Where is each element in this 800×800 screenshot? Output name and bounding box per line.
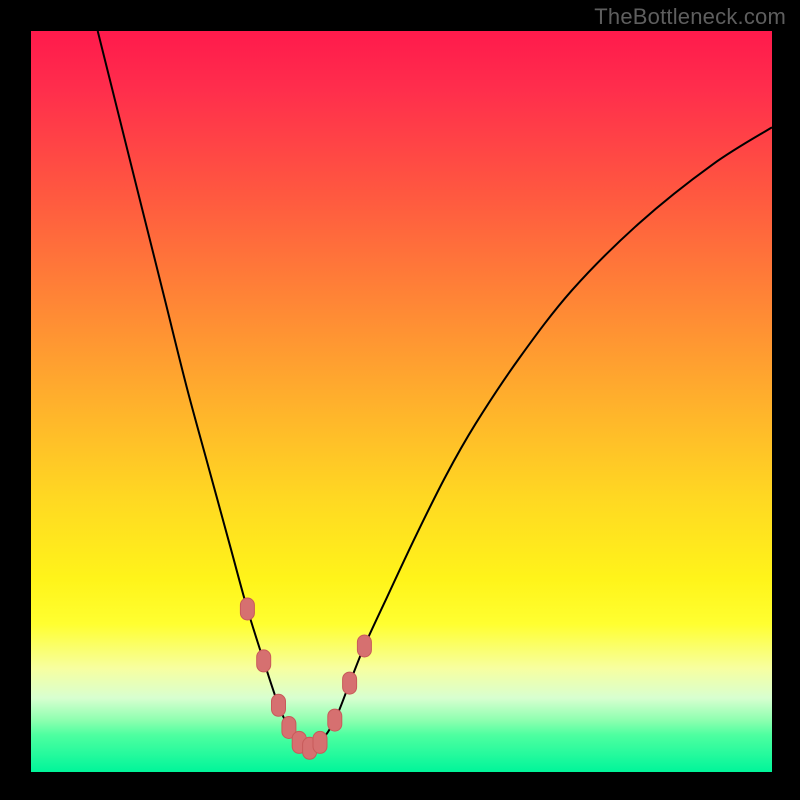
marker-dot	[272, 694, 286, 716]
marker-dot	[357, 635, 371, 657]
chart-frame: TheBottleneck.com	[0, 0, 800, 800]
marker-dot	[343, 672, 357, 694]
bottleneck-curve	[98, 31, 772, 748]
marker-group	[240, 598, 371, 759]
marker-dot	[328, 709, 342, 731]
marker-dot	[240, 598, 254, 620]
watermark-text: TheBottleneck.com	[594, 4, 786, 30]
plot-area	[31, 31, 772, 772]
curve-layer	[31, 31, 772, 772]
marker-dot	[313, 731, 327, 753]
marker-dot	[257, 650, 271, 672]
